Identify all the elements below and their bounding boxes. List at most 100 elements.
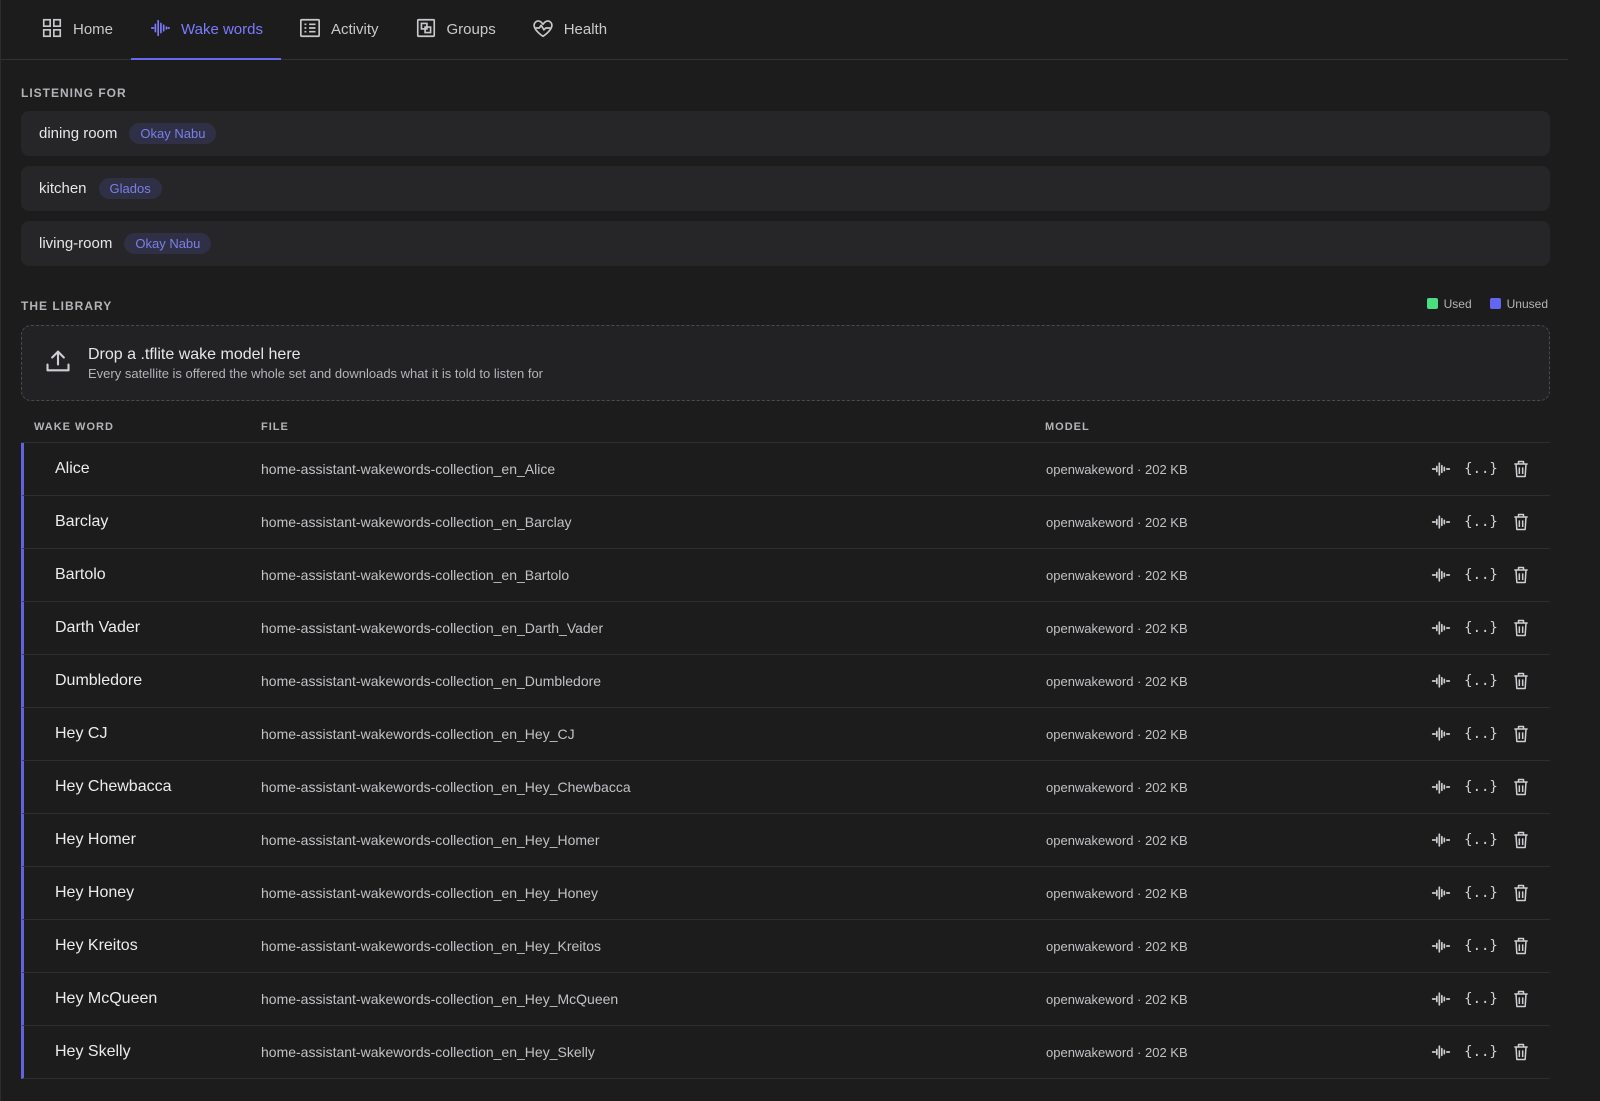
model-drop-zone[interactable]: Drop a .tflite wake model here Every sat… — [21, 325, 1550, 401]
json-config-button[interactable]: {..} — [1464, 670, 1498, 692]
test-waveform-icon[interactable] — [1430, 617, 1452, 639]
row-actions: {..} — [1430, 511, 1532, 533]
wake-word-file: home-assistant-wakewords-collection_en_H… — [261, 832, 600, 848]
json-config-button[interactable]: {..} — [1464, 829, 1498, 851]
trash-icon[interactable] — [1510, 988, 1532, 1010]
wake-word-name: Dumbledore — [55, 672, 143, 689]
tab-health[interactable]: Health — [514, 0, 625, 59]
groups-icon — [415, 17, 437, 43]
row-actions: {..} — [1430, 1041, 1532, 1063]
json-config-button[interactable]: {..} — [1464, 617, 1498, 639]
wake-word-name: Barclay — [55, 513, 109, 530]
json-config-button[interactable]: {..} — [1464, 1041, 1498, 1063]
wake-word-chip[interactable]: Okay Nabu — [124, 233, 212, 254]
test-waveform-icon[interactable] — [1430, 511, 1452, 533]
test-waveform-icon[interactable] — [1430, 670, 1452, 692]
legend-used-label: Used — [1443, 297, 1472, 311]
tab-wake-words[interactable]: Wake words — [131, 0, 281, 60]
trash-icon[interactable] — [1510, 1041, 1532, 1063]
table-row[interactable]: Darth Vader home-assistant-wakewords-coll… — [21, 602, 1550, 655]
json-config-button[interactable]: {..} — [1464, 935, 1498, 957]
row-actions: {..} — [1430, 776, 1532, 798]
grid-icon — [41, 17, 63, 43]
legend-used: Used — [1426, 297, 1472, 311]
trash-icon[interactable] — [1510, 458, 1532, 480]
json-config-button[interactable]: {..} — [1464, 458, 1498, 480]
column-model: MODEL — [1045, 421, 1090, 433]
table-row[interactable]: Hey Kreitos home-assistant-wakewords-coll… — [21, 920, 1550, 973]
wake-word-model: openwakeword · 202 KB — [1046, 1044, 1188, 1060]
trash-icon[interactable] — [1510, 511, 1532, 533]
wake-word-file: home-assistant-wakewords-collection_en_H… — [261, 779, 631, 795]
satellite-name: kitchen — [39, 180, 87, 197]
tab-home[interactable]: Home — [23, 0, 131, 59]
table-row[interactable]: Hey McQueen home-assistant-wakewords-coll… — [21, 973, 1550, 1026]
drop-title: Drop a .tflite wake model here — [88, 345, 301, 363]
trash-icon[interactable] — [1510, 829, 1532, 851]
json-config-button[interactable]: {..} — [1464, 882, 1498, 904]
json-config-button[interactable]: {..} — [1464, 776, 1498, 798]
trash-icon[interactable] — [1510, 617, 1532, 639]
trash-icon[interactable] — [1510, 776, 1532, 798]
tab-groups-label: Groups — [446, 21, 496, 38]
satellite-row: kitchen Glados — [21, 166, 1550, 211]
json-config-button[interactable]: {..} — [1464, 723, 1498, 745]
json-config-button[interactable]: {..} — [1464, 564, 1498, 586]
wake-word-name: Hey Chewbacca — [55, 778, 172, 795]
test-waveform-icon[interactable] — [1430, 723, 1452, 745]
table-row[interactable]: Hey CJ home-assistant-wakewords-collectio… — [21, 708, 1550, 761]
library-table-header: WAKE WORD FILE MODEL — [21, 421, 1550, 443]
heartbeat-icon — [532, 17, 554, 43]
wake-word-chip[interactable]: Glados — [98, 178, 162, 199]
test-waveform-icon[interactable] — [1430, 1041, 1452, 1063]
trash-icon[interactable] — [1510, 564, 1532, 586]
wake-word-file: home-assistant-wakewords-collection_en_H… — [261, 885, 598, 901]
table-row[interactable]: Hey Honey home-assistant-wakewords-collec… — [21, 867, 1550, 920]
test-waveform-icon[interactable] — [1430, 988, 1452, 1010]
trash-icon[interactable] — [1510, 882, 1532, 904]
wake-word-model: openwakeword · 202 KB — [1046, 514, 1188, 530]
tab-activity[interactable]: Activity — [281, 0, 397, 59]
drop-text: Drop a .tflite wake model here Every sat… — [88, 346, 543, 381]
test-waveform-icon[interactable] — [1430, 776, 1452, 798]
table-row[interactable]: Barclay home-assistant-wakewords-collecti… — [21, 496, 1550, 549]
legend-unused-swatch — [1489, 298, 1501, 309]
library-table-body: Alice home-assistant-wakewords-collection… — [21, 443, 1550, 1079]
trash-icon[interactable] — [1510, 935, 1532, 957]
row-actions: {..} — [1430, 829, 1532, 851]
table-row[interactable]: Alice home-assistant-wakewords-collection… — [21, 443, 1550, 496]
test-waveform-icon[interactable] — [1430, 935, 1452, 957]
library-title: THE LIBRARY — [21, 299, 113, 313]
top-nav: Home Wake words Activity Groups Health — [1, 0, 1568, 60]
library-legend: Used Unused — [1426, 297, 1548, 311]
wake-word-name: Hey Homer — [55, 831, 136, 848]
column-wake-word: WAKE WORD — [34, 421, 114, 433]
wake-word-name: Hey Skelly — [55, 1043, 131, 1060]
json-config-button[interactable]: {..} — [1464, 511, 1498, 533]
table-row[interactable]: Hey Chewbacca home-assistant-wakewords-co… — [21, 761, 1550, 814]
test-waveform-icon[interactable] — [1430, 829, 1452, 851]
json-config-button[interactable]: {..} — [1464, 988, 1498, 1010]
table-row[interactable]: Hey Skelly home-assistant-wakewords-colle… — [21, 1026, 1550, 1079]
table-row[interactable]: Hey Homer home-assistant-wakewords-collec… — [21, 814, 1550, 867]
wake-word-file: home-assistant-wakewords-collection_en_D… — [261, 673, 602, 689]
test-waveform-icon[interactable] — [1430, 564, 1452, 586]
test-waveform-icon[interactable] — [1430, 458, 1452, 480]
test-waveform-icon[interactable] — [1430, 882, 1452, 904]
wake-word-file: home-assistant-wakewords-collection_en_H… — [261, 1044, 595, 1060]
row-actions: {..} — [1430, 458, 1532, 480]
upload-icon — [44, 347, 72, 380]
wake-word-file: home-assistant-wakewords-collection_en_B… — [261, 567, 570, 583]
wake-word-name: Darth Vader — [55, 619, 141, 636]
satellite-name: dining room — [39, 125, 118, 142]
trash-icon[interactable] — [1510, 723, 1532, 745]
tab-groups[interactable]: Groups — [397, 0, 514, 59]
legend-used-swatch — [1426, 298, 1438, 309]
trash-icon[interactable] — [1510, 670, 1532, 692]
wake-word-file: home-assistant-wakewords-collection_en_A… — [261, 461, 556, 477]
row-actions: {..} — [1430, 670, 1532, 692]
table-row[interactable]: Bartolo home-assistant-wakewords-collecti… — [21, 549, 1550, 602]
wake-word-chip[interactable]: Okay Nabu — [129, 123, 217, 144]
wake-word-name: Bartolo — [55, 566, 106, 583]
table-row[interactable]: Dumbledore home-assistant-wakewords-colle… — [21, 655, 1550, 708]
